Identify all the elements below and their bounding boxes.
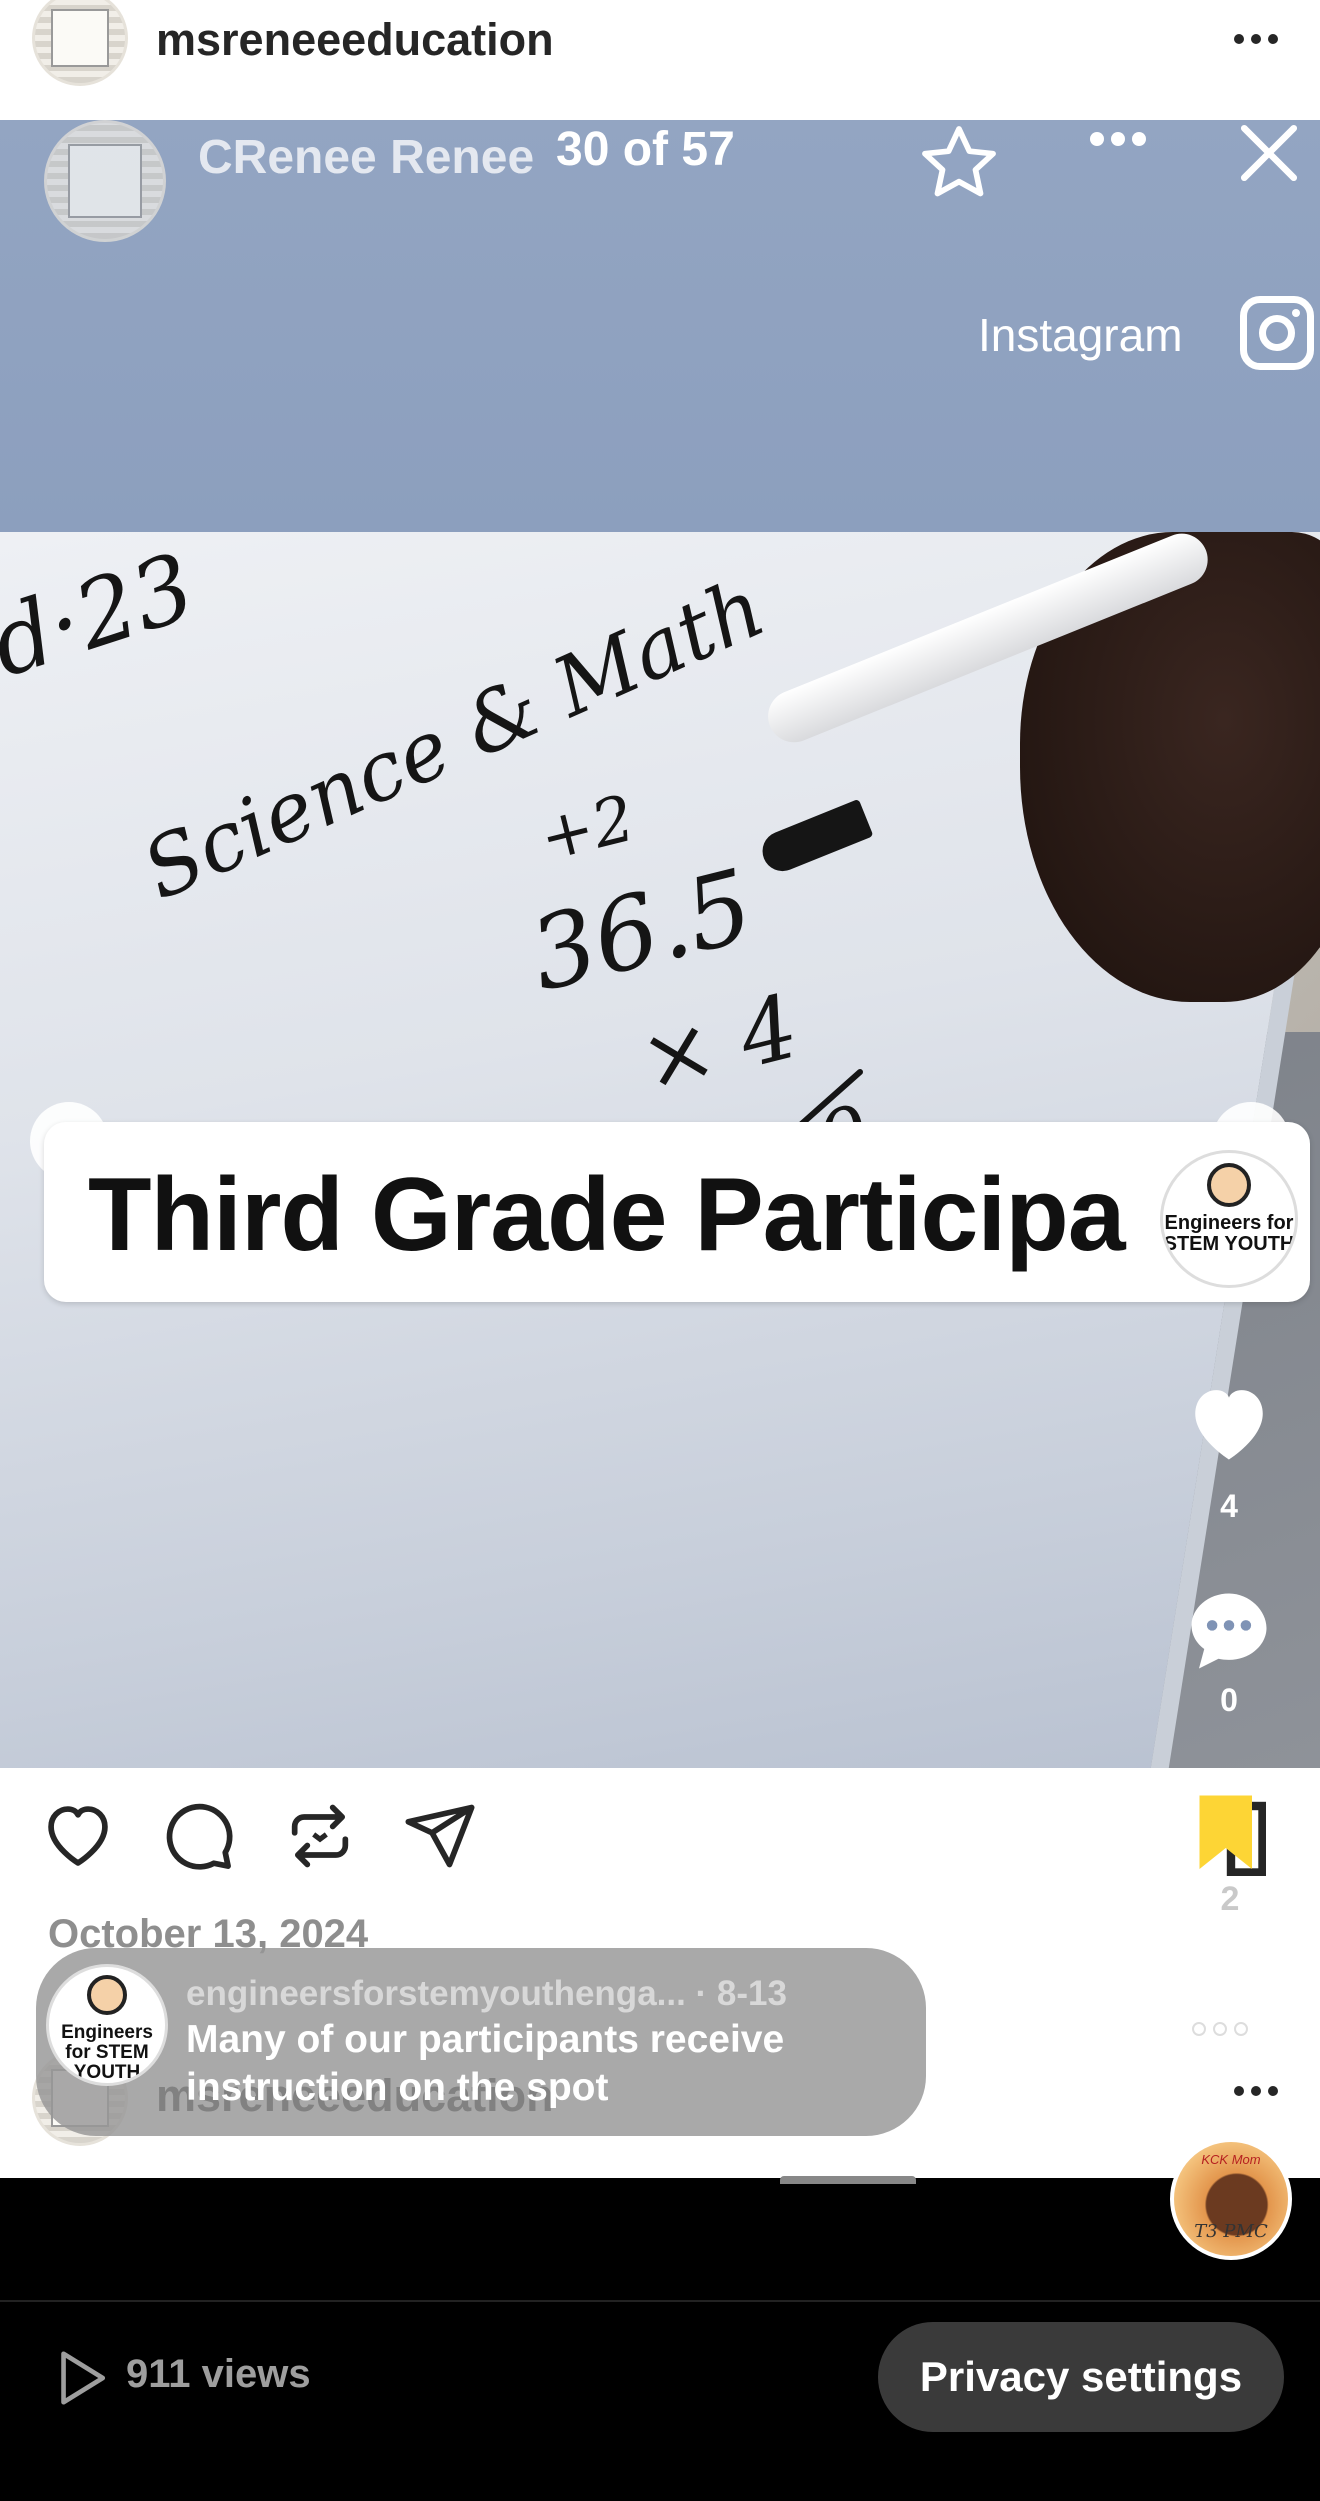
play-icon bbox=[61, 2351, 106, 2405]
close-icon bbox=[1240, 124, 1298, 182]
bookmark-icon[interactable] bbox=[1196, 1792, 1266, 1876]
account-name[interactable]: msreneeeducation bbox=[156, 14, 554, 66]
caption-banner: Third Grade Participa bbox=[44, 1122, 1310, 1302]
engineer-face-icon bbox=[87, 1975, 127, 2015]
privacy-settings-button[interactable]: Privacy settings bbox=[878, 2322, 1284, 2432]
comment-author-avatar: Engineers for STEM YOUTH bbox=[46, 1964, 168, 2086]
profile-avatar[interactable] bbox=[32, 0, 128, 86]
user-avatar-signature: T3 PMC bbox=[1194, 2221, 1268, 2242]
story-comment-count: 0 bbox=[1220, 1682, 1238, 1718]
comment-icon[interactable] bbox=[160, 1798, 236, 1874]
engineer-face-icon bbox=[1207, 1163, 1251, 1207]
star-icon bbox=[922, 126, 996, 197]
story-counter: 30 of 57 bbox=[556, 123, 735, 176]
comment-author: engineersforstemyouthenga... · 8-13 bbox=[186, 1974, 787, 2013]
story-header: CRenee Renee 30 of 57 bbox=[0, 120, 1320, 260]
story-like-count: 4 bbox=[1220, 1488, 1238, 1524]
repost-icon[interactable] bbox=[282, 1798, 358, 1874]
story-more-icon bbox=[1090, 132, 1146, 146]
user-avatar-text: KCK Mom bbox=[1201, 2152, 1261, 2167]
send-icon[interactable] bbox=[402, 1798, 478, 1874]
post-media[interactable]: CRenee Renee 30 of 57 Instagram d·23 Sci… bbox=[0, 120, 1320, 1768]
more-options-icon[interactable] bbox=[1234, 34, 1278, 44]
carousel-indicator bbox=[1192, 2022, 1248, 2036]
instagram-label: Instagram bbox=[978, 309, 1183, 361]
story-comment-icon[interactable] bbox=[1184, 1585, 1274, 1677]
story-author-name: CRenee Renee bbox=[198, 131, 535, 184]
story-author-avatar bbox=[44, 120, 166, 242]
save-count: 2 bbox=[1220, 1880, 1240, 1918]
caption-text: Third Grade Participa bbox=[88, 1157, 1126, 1273]
comment-popup[interactable]: Engineers for STEM YOUTH engineersforste… bbox=[36, 1948, 926, 2136]
story-like-icon[interactable] bbox=[1184, 1380, 1274, 1464]
engineers-logo: Engineers for STEM YOUTH bbox=[1160, 1150, 1298, 1288]
comment-logo-text: Engineers for STEM YOUTH bbox=[61, 2022, 153, 2083]
comment-text: Many of our participants receive instruc… bbox=[186, 2018, 785, 2109]
heart-icon[interactable] bbox=[40, 1798, 116, 1874]
instagram-icon bbox=[1240, 296, 1314, 370]
divider bbox=[0, 2300, 1320, 2302]
view-count: 911 views bbox=[126, 2352, 311, 2396]
engineers-logo-text: Engineers for STEM YOUTH bbox=[1163, 1212, 1295, 1255]
sheet-handle bbox=[780, 2176, 916, 2184]
user-avatar[interactable]: KCK Mom T3 PMC bbox=[1170, 2138, 1292, 2260]
top-bar: msreneeeducation bbox=[0, 0, 1320, 120]
next-post-more-icon[interactable] bbox=[1234, 2086, 1278, 2096]
